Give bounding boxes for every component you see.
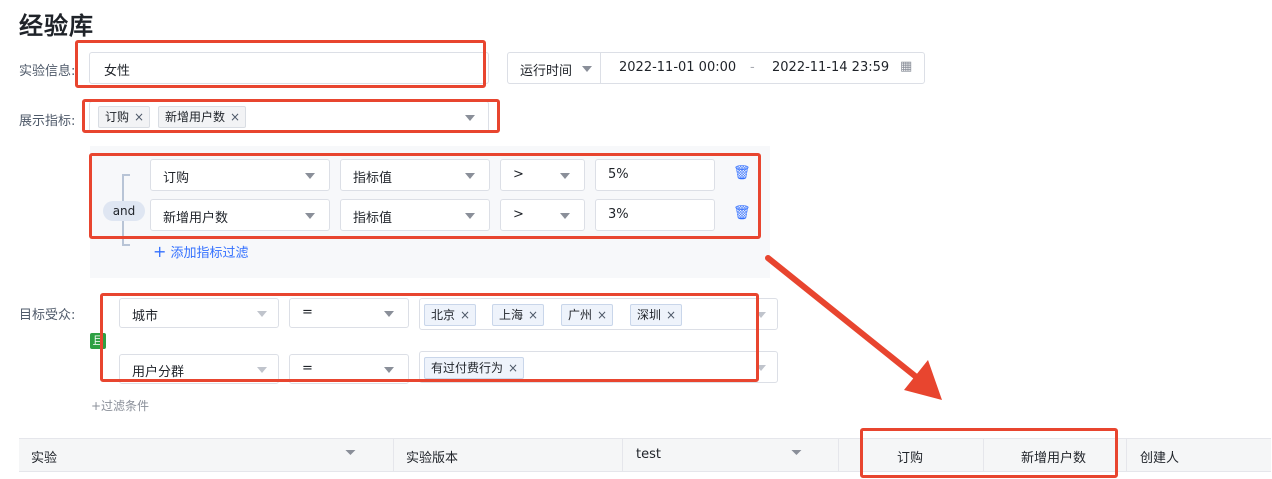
- divider: [600, 53, 601, 83]
- highlight-box-experiment-info: [75, 40, 486, 88]
- chevron-down-icon: [582, 66, 592, 72]
- time-type-select[interactable]: 运行时间: [520, 60, 572, 79]
- start-date[interactable]: 2022-11-01 00:00: [619, 60, 736, 75]
- highlight-box-table-columns: [860, 428, 1118, 478]
- calendar-icon[interactable]: ▦: [900, 59, 912, 74]
- end-date[interactable]: 2022-11-14 23:59: [772, 60, 889, 75]
- column-header-version[interactable]: 实验版本: [406, 447, 458, 466]
- audience-label: 目标受众:: [19, 308, 76, 323]
- add-metric-filter-button[interactable]: + 添加指标过滤: [153, 242, 249, 261]
- highlight-box-audience: [100, 293, 759, 382]
- column-header-creator[interactable]: 创建人: [1140, 447, 1179, 466]
- column-header-test[interactable]: test: [636, 447, 661, 462]
- highlight-box-metrics: [82, 99, 500, 133]
- filter-icon[interactable]: ⏷: [791, 445, 802, 461]
- column-divider: [622, 439, 623, 471]
- arrow-shaft: [765, 255, 923, 383]
- column-divider: [393, 439, 394, 471]
- filter-icon[interactable]: ⏷: [345, 445, 356, 461]
- add-audience-filter-button[interactable]: +过滤条件: [91, 397, 149, 414]
- page-title: 经验库: [19, 12, 94, 40]
- highlight-box-metric-filter: [89, 153, 761, 239]
- column-header-experiment[interactable]: 实验: [31, 447, 57, 466]
- arrow-head: [904, 360, 942, 400]
- experiment-info-label: 实验信息:: [19, 64, 76, 79]
- metrics-label: 展示指标:: [19, 114, 76, 129]
- date-separator: -: [750, 60, 755, 75]
- annotation-arrow: [765, 255, 942, 400]
- time-range-picker[interactable]: 运行时间 2022-11-01 00:00 - 2022-11-14 23:59…: [507, 52, 925, 84]
- column-divider: [838, 439, 839, 471]
- add-metric-filter-label: 添加指标过滤: [170, 246, 249, 261]
- column-divider: [1126, 439, 1127, 471]
- plus-icon: +: [153, 242, 167, 261]
